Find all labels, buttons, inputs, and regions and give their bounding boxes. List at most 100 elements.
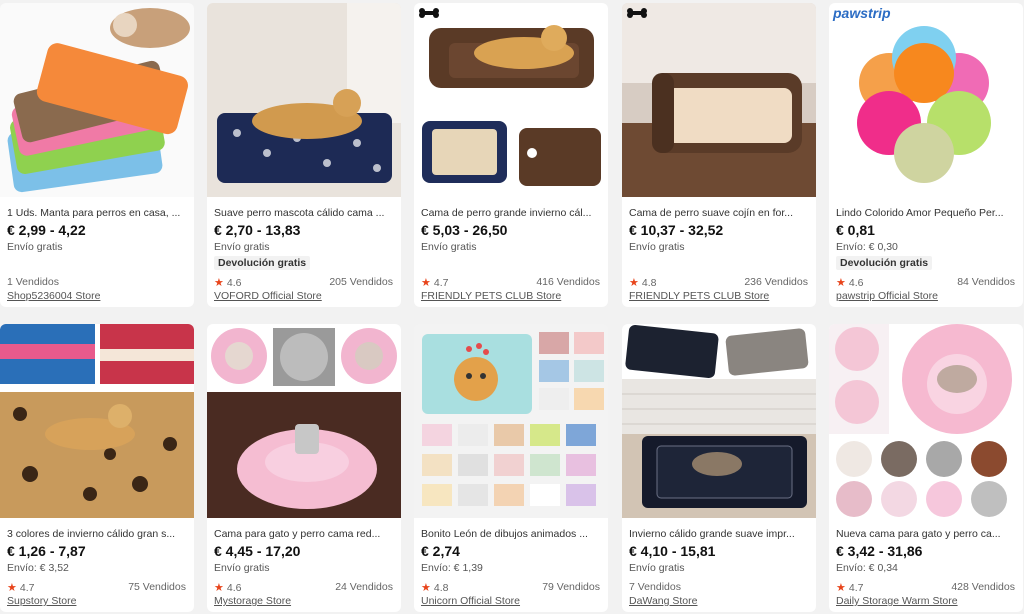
- product-card[interactable]: Invierno cálido grande suave impr... € 4,…: [622, 324, 816, 612]
- product-title[interactable]: Bonito León de dibujos animados ...: [421, 528, 602, 540]
- product-image[interactable]: [622, 3, 816, 197]
- product-card[interactable]: 1 Uds. Manta para perros en casa, ... € 2…: [0, 3, 194, 307]
- star-icon: ★: [836, 582, 849, 594]
- product-price: € 3,42 - 31,86: [836, 543, 923, 559]
- free-return-badge: Devolución gratis: [836, 256, 933, 270]
- product-rating: ★ 4.6: [214, 581, 242, 594]
- product-image[interactable]: [0, 324, 194, 518]
- shipping-info: Envío gratis: [214, 241, 270, 253]
- product-price: € 2,70 - 13,83: [214, 222, 301, 238]
- sold-count: 428 Vendidos: [951, 581, 1015, 593]
- product-title[interactable]: Nueva cama para gato y perro ca...: [836, 528, 1017, 540]
- product-title[interactable]: Cama de perro grande invierno cál...: [421, 207, 602, 219]
- product-rating: ★ 4.8: [421, 581, 449, 594]
- product-card[interactable]: Bonito León de dibujos animados ... € 2,7…: [414, 324, 608, 612]
- product-card[interactable]: 3 colores de invierno cálido gran s... € …: [0, 324, 194, 612]
- product-image[interactable]: [622, 324, 816, 518]
- sold-count: 24 Vendidos: [335, 581, 393, 593]
- product-title[interactable]: Cama para gato y perro cama red...: [214, 528, 395, 540]
- rating-value: 4.8: [433, 582, 449, 594]
- product-title[interactable]: 3 colores de invierno cálido gran s...: [7, 528, 188, 540]
- product-card[interactable]: Cama de perro grande invierno cál... € 5,…: [414, 3, 608, 307]
- product-card[interactable]: pawstrip Lindo Colorido Amor Pequeño Per.…: [829, 3, 1023, 307]
- rating-value: 4.6: [848, 277, 864, 289]
- store-link[interactable]: Daily Storage Warm Store: [836, 595, 958, 607]
- free-return-badge: Devolución gratis: [214, 256, 311, 270]
- store-link[interactable]: FRIENDLY PETS CLUB Store: [421, 290, 561, 302]
- sold-count: 1 Vendidos: [7, 276, 59, 288]
- star-icon: ★: [214, 277, 227, 289]
- store-link[interactable]: FRIENDLY PETS CLUB Store: [629, 290, 769, 302]
- product-title[interactable]: Invierno cálido grande suave impr...: [629, 528, 810, 540]
- product-card[interactable]: Suave perro mascota cálido cama ... € 2,7…: [207, 3, 401, 307]
- store-link[interactable]: DaWang Store: [629, 595, 697, 607]
- product-image[interactable]: [0, 3, 194, 197]
- star-icon: ★: [629, 277, 642, 289]
- shipping-info: Envío: € 0,34: [836, 562, 898, 574]
- store-link[interactable]: Shop5236004 Store: [7, 290, 100, 302]
- store-link[interactable]: Supstory Store: [7, 595, 76, 607]
- bone-logo-icon: [627, 8, 647, 18]
- rating-value: 4.7: [433, 277, 449, 289]
- sold-count: 75 Vendidos: [128, 581, 186, 593]
- rating-value: 4.6: [226, 582, 242, 594]
- sold-count: 416 Vendidos: [536, 276, 600, 288]
- shipping-info: Envío gratis: [7, 241, 63, 253]
- product-image[interactable]: [829, 3, 1023, 197]
- shipping-info: Envío: € 3,52: [7, 562, 69, 574]
- store-link[interactable]: Mystorage Store: [214, 595, 291, 607]
- product-image[interactable]: [207, 324, 401, 518]
- star-icon: ★: [836, 277, 849, 289]
- product-title[interactable]: Suave perro mascota cálido cama ...: [214, 207, 395, 219]
- product-image[interactable]: [207, 3, 401, 197]
- rating-value: 4.7: [848, 582, 864, 594]
- product-rating: ★ 4.8: [629, 276, 657, 289]
- product-rating: ★ 4.6: [214, 276, 242, 289]
- product-title[interactable]: Lindo Colorido Amor Pequeño Per...: [836, 207, 1017, 219]
- product-price: € 4,45 - 17,20: [214, 543, 301, 559]
- product-title[interactable]: 1 Uds. Manta para perros en casa, ...: [7, 207, 188, 219]
- shipping-info: Envío: € 1,39: [421, 562, 483, 574]
- product-price: € 2,74: [421, 543, 460, 559]
- product-card[interactable]: Nueva cama para gato y perro ca... € 3,42…: [829, 324, 1023, 612]
- product-card[interactable]: Cama para gato y perro cama red... € 4,45…: [207, 324, 401, 612]
- product-rating: ★ 4.7: [421, 276, 449, 289]
- product-rating: ★ 4.7: [836, 581, 864, 594]
- bone-logo-icon: [419, 8, 439, 18]
- product-rating: ★ 4.7: [7, 581, 35, 594]
- star-icon: ★: [421, 582, 434, 594]
- star-icon: ★: [7, 582, 20, 594]
- store-link[interactable]: VOFORD Official Store: [214, 290, 322, 302]
- product-image[interactable]: [829, 324, 1023, 518]
- product-card[interactable]: Cama de perro suave cojín en for... € 10,…: [622, 3, 816, 307]
- product-image[interactable]: [414, 3, 608, 197]
- shipping-info: Envío gratis: [214, 562, 270, 574]
- product-price: € 2,99 - 4,22: [7, 222, 86, 238]
- rating-value: 4.6: [226, 277, 242, 289]
- product-price: € 5,03 - 26,50: [421, 222, 508, 238]
- shipping-info: Envío gratis: [421, 241, 477, 253]
- shipping-info: Envío: € 0,30: [836, 241, 898, 253]
- brand-logo: pawstrip: [833, 5, 891, 21]
- sold-count: 236 Vendidos: [744, 276, 808, 288]
- product-image[interactable]: [414, 324, 608, 518]
- star-icon: ★: [214, 582, 227, 594]
- store-link[interactable]: pawstrip Official Store: [836, 290, 938, 302]
- rating-value: 4.7: [19, 582, 35, 594]
- product-price: € 1,26 - 7,87: [7, 543, 86, 559]
- product-rating: ★ 4.6: [836, 276, 864, 289]
- sold-count: 79 Vendidos: [542, 581, 600, 593]
- product-price: € 0,81: [836, 222, 875, 238]
- sold-count: 205 Vendidos: [329, 276, 393, 288]
- sold-count: 84 Vendidos: [957, 276, 1015, 288]
- product-price: € 4,10 - 15,81: [629, 543, 716, 559]
- rating-value: 4.8: [641, 277, 657, 289]
- shipping-info: Envío gratis: [629, 562, 685, 574]
- product-price: € 10,37 - 32,52: [629, 222, 724, 238]
- shipping-info: Envío gratis: [629, 241, 685, 253]
- sold-count: 7 Vendidos: [629, 581, 681, 593]
- product-title[interactable]: Cama de perro suave cojín en for...: [629, 207, 810, 219]
- star-icon: ★: [421, 277, 434, 289]
- store-link[interactable]: Unicorn Official Store: [421, 595, 520, 607]
- product-grid: 1 Uds. Manta para perros en casa, ... € 2…: [0, 0, 1024, 614]
